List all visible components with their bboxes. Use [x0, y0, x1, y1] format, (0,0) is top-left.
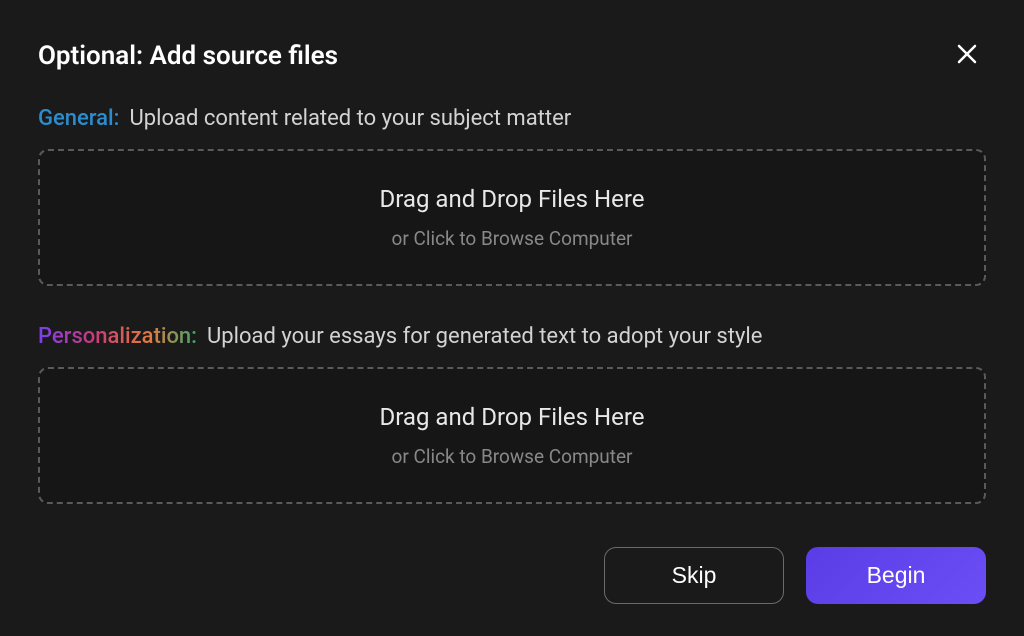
- close-icon: [956, 40, 978, 71]
- general-section: General: Upload content related to your …: [38, 106, 986, 286]
- personalization-section: Personalization: Upload your essays for …: [38, 324, 986, 504]
- personalization-dropzone[interactable]: Drag and Drop Files Here or Click to Bro…: [38, 367, 986, 504]
- general-dropzone[interactable]: Drag and Drop Files Here or Click to Bro…: [38, 149, 986, 286]
- modal-title: Optional: Add source files: [38, 41, 338, 71]
- skip-button[interactable]: Skip: [604, 547, 784, 604]
- personalization-dropzone-secondary: or Click to Browse Computer: [60, 445, 964, 468]
- modal-header: Optional: Add source files: [38, 38, 986, 74]
- modal-footer: Skip Begin: [604, 547, 986, 604]
- general-prefix: General:: [38, 106, 119, 131]
- begin-button[interactable]: Begin: [806, 547, 986, 604]
- general-dropzone-primary: Drag and Drop Files Here: [60, 185, 964, 213]
- personalization-label: Personalization: Upload your essays for …: [38, 324, 986, 349]
- general-label: General: Upload content related to your …: [38, 106, 986, 131]
- personalization-description: Upload your essays for generated text to…: [207, 324, 762, 349]
- general-description: Upload content related to your subject m…: [129, 106, 571, 131]
- general-dropzone-secondary: or Click to Browse Computer: [60, 227, 964, 250]
- close-button[interactable]: [948, 38, 986, 74]
- personalization-prefix: Personalization:: [38, 324, 197, 349]
- personalization-dropzone-primary: Drag and Drop Files Here: [60, 403, 964, 431]
